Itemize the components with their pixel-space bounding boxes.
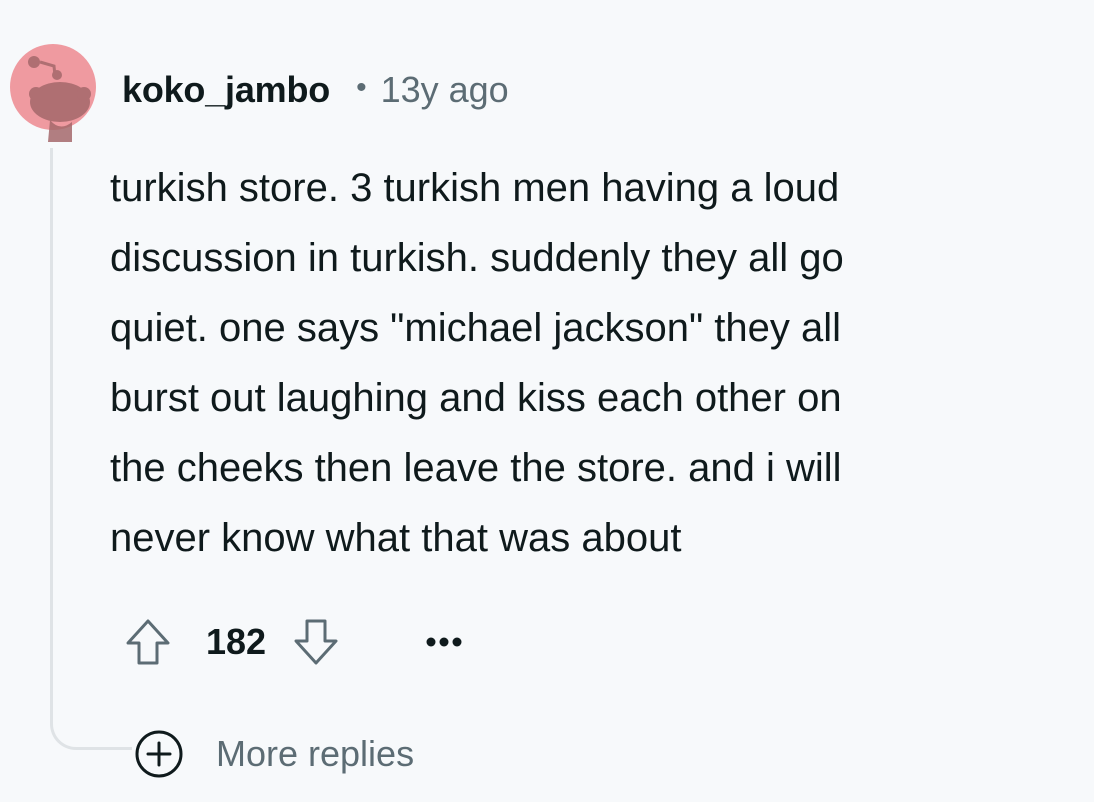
comment-body: turkish store. 3 turkish men having a lo…	[110, 153, 1070, 573]
more-replies-label: More replies	[216, 733, 415, 774]
comment-timestamp[interactable]: 13y ago	[381, 69, 509, 111]
comment: koko_jambo • 13y ago turkish store. 3 tu…	[0, 0, 1094, 802]
overflow-menu-button[interactable]	[414, 614, 474, 670]
comment-body-line: burst out laughing and kiss each other o…	[110, 376, 842, 420]
meta-separator: •	[356, 71, 367, 104]
comment-body-line: quiet. one says "michael jackson" they a…	[110, 306, 841, 350]
comment-actions: 182	[120, 612, 474, 672]
vote-score: 182	[206, 621, 267, 662]
arrow-down-icon	[294, 619, 338, 665]
comment-meta: koko_jambo • 13y ago	[122, 64, 509, 116]
ellipsis-icon	[426, 637, 462, 647]
arrow-up-icon	[126, 619, 170, 665]
comment-body-line: the cheeks then leave the store. and i w…	[110, 446, 842, 490]
upvote-button[interactable]	[120, 614, 176, 670]
more-replies-button[interactable]: More replies	[134, 726, 414, 782]
snoo-avatar-icon	[10, 44, 96, 142]
downvote-button[interactable]	[288, 614, 344, 670]
comment-body-line: never know what that was about	[110, 516, 682, 560]
author-username[interactable]: koko_jambo	[122, 69, 330, 111]
plus-circle-icon	[134, 729, 184, 779]
comment-body-line: turkish store. 3 turkish men having a lo…	[110, 166, 840, 210]
avatar[interactable]	[10, 32, 96, 142]
comment-body-line: discussion in turkish. suddenly they all…	[110, 236, 844, 280]
